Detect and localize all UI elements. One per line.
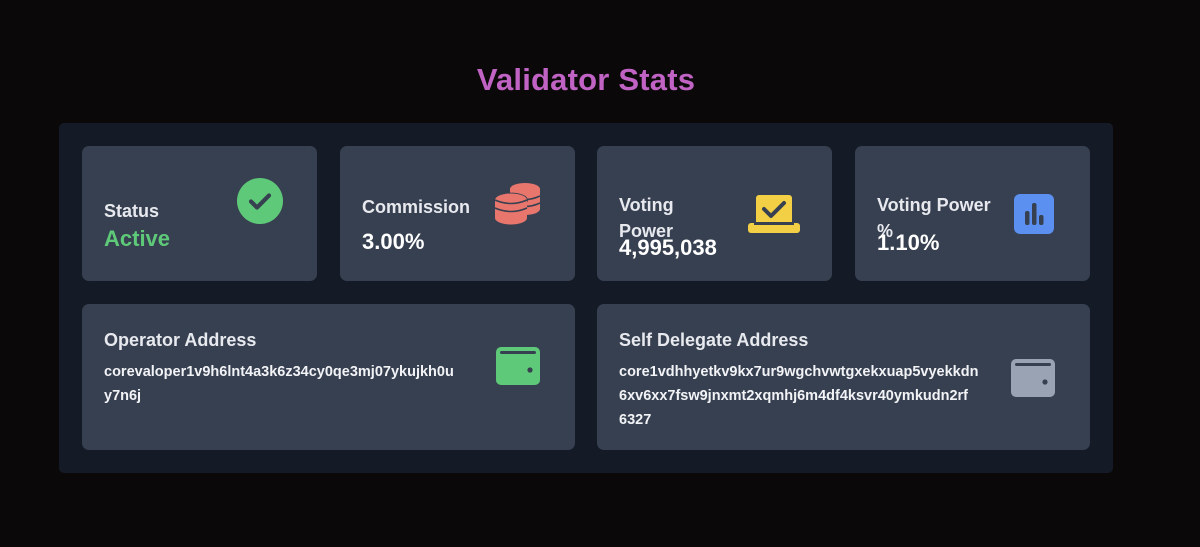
status-card: Status Active [82, 146, 317, 281]
self-delegate-address-label: Self Delegate Address [619, 330, 809, 350]
bar-chart-icon [1014, 194, 1054, 234]
status-value: Active [104, 226, 171, 251]
commission-label: Commission [362, 197, 471, 217]
operator-address-line1: corevaloper1v9h6lnt4a3k6z34cy0qe3mj07yku… [104, 364, 454, 380]
operator-address-line2: y7n6j [104, 388, 142, 404]
commission-value: 3.00% [362, 229, 425, 254]
vote-box-icon [748, 195, 800, 233]
stats-panel: Status Active Commission 3.00% Voting Po… [59, 123, 1113, 473]
self-delegate-address-line3: 6327 [619, 412, 652, 428]
wallet-icon [496, 347, 540, 385]
self-delegate-address-card: Self Delegate Address core1vdhhyetkv9kx7… [597, 304, 1090, 450]
wallet-icon [1011, 359, 1055, 397]
check-circle-icon [237, 178, 283, 224]
commission-card: Commission 3.00% [340, 146, 575, 281]
self-delegate-address-line1: core1vdhhyetkv9kx7ur9wgchvwtgxekxuap5vye… [619, 364, 979, 380]
status-label: Status [104, 201, 160, 221]
voting-power-percent-label-line1: Voting Power [877, 195, 991, 215]
voting-power-value: 4,995,038 [619, 235, 717, 260]
page-title: Validator Stats [476, 62, 696, 97]
operator-address-label: Operator Address [104, 330, 257, 350]
voting-power-card: Voting Power 4,995,038 [597, 146, 832, 281]
voting-power-label-line1: Voting [619, 195, 674, 215]
self-delegate-address-line2: 6xv6xx7fsw9jnxmt2xqmhj6m4df4ksvr40ymkudn… [619, 388, 968, 404]
voting-power-percent-value: 1.10% [877, 230, 940, 255]
coins-icon [494, 183, 541, 225]
operator-address-card: Operator Address corevaloper1v9h6lnt4a3k… [82, 304, 575, 450]
voting-power-percent-card: Voting Power % 1.10% [855, 146, 1090, 281]
validator-stats-page: Validator Stats Status Active Commission… [0, 0, 1200, 547]
